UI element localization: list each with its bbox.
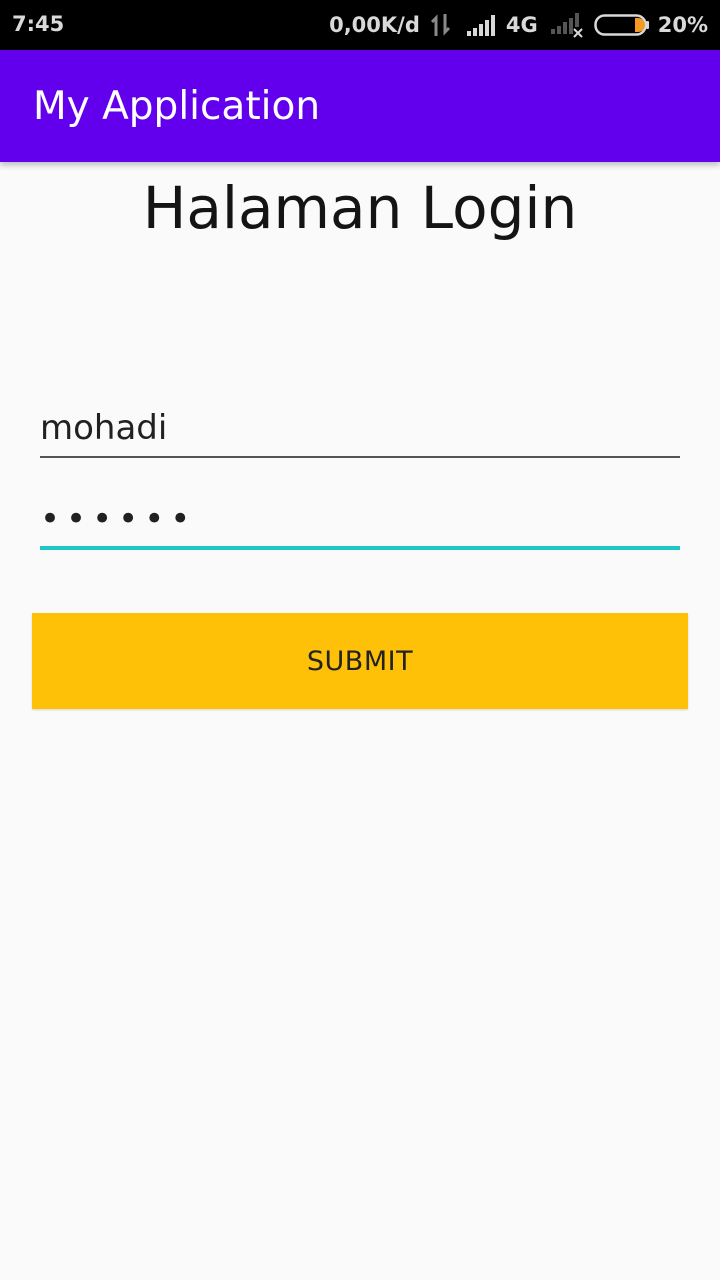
battery-percent: 20% bbox=[657, 13, 708, 37]
submit-button[interactable]: SUBMIT bbox=[32, 613, 688, 709]
page-title: Halaman Login bbox=[142, 174, 578, 242]
username-input[interactable] bbox=[40, 400, 680, 456]
app-bar: My Application bbox=[0, 50, 720, 162]
cell-signal-icon bbox=[466, 15, 495, 36]
updown-arrows-icon bbox=[430, 14, 450, 36]
password-field-container bbox=[40, 492, 680, 550]
status-indicators: 0,00K/d 4G 20% bbox=[329, 0, 708, 50]
status-time: 7:45 bbox=[12, 12, 65, 36]
username-field-container bbox=[40, 400, 680, 458]
battery-icon bbox=[593, 14, 649, 36]
network-speed: 0,00K/d bbox=[329, 13, 420, 37]
app-title: My Application bbox=[33, 84, 321, 129]
network-type: 4G bbox=[505, 13, 538, 37]
cell-signal-no-service-icon bbox=[550, 13, 583, 38]
status-bar: 7:45 0,00K/d 4G 20% bbox=[0, 0, 720, 50]
password-input[interactable] bbox=[40, 492, 680, 546]
